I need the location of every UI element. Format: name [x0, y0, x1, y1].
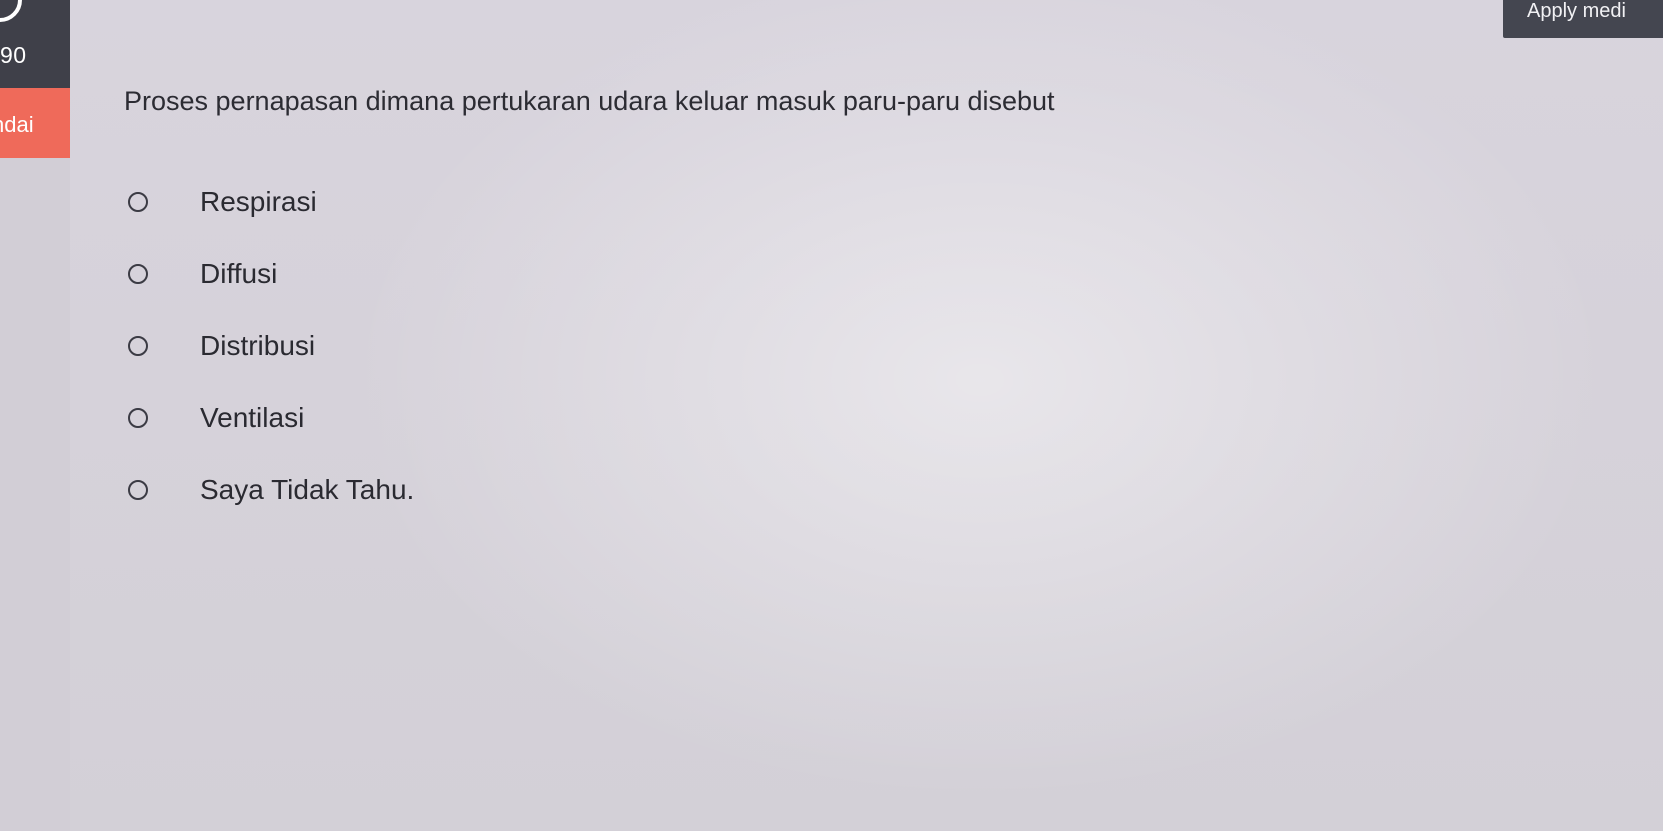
option-label: Saya Tidak Tahu.: [200, 474, 415, 505]
option-distribusi[interactable]: Distribusi: [128, 310, 414, 382]
sidebar: 90 ndai: [0, 0, 70, 831]
option-saya-tidak-tahu[interactable]: Saya Tidak Tahu.: [128, 454, 414, 526]
question-text: Proses pernapasan dimana pertukaran udar…: [124, 86, 1055, 116]
radio-button[interactable]: [128, 336, 148, 356]
radio-button[interactable]: [128, 264, 148, 284]
option-label: Distribusi: [200, 330, 316, 361]
option-label: Ventilasi: [200, 402, 305, 433]
question-counter: 90: [0, 42, 27, 68]
sidebar-header: 90: [0, 0, 70, 88]
radio-button[interactable]: [128, 480, 148, 500]
option-ventilasi[interactable]: Ventilasi: [128, 382, 414, 454]
timer-ring-icon: [0, 0, 22, 22]
answer-options: Respirasi Diffusi Distribusi Ventilasi S…: [128, 166, 414, 526]
radio-button[interactable]: [128, 408, 148, 428]
option-label: Diffusi: [200, 258, 278, 289]
sidebar-tab[interactable]: ndai: [0, 88, 70, 158]
apply-button[interactable]: Apply medi: [1503, 0, 1663, 38]
radio-button[interactable]: [128, 192, 148, 212]
option-respirasi[interactable]: Respirasi: [128, 166, 414, 238]
option-label: Respirasi: [200, 186, 317, 217]
option-diffusi[interactable]: Diffusi: [128, 238, 414, 310]
sidebar-lower-panel: [0, 158, 70, 831]
sidebar-tab-label: ndai: [0, 112, 34, 137]
